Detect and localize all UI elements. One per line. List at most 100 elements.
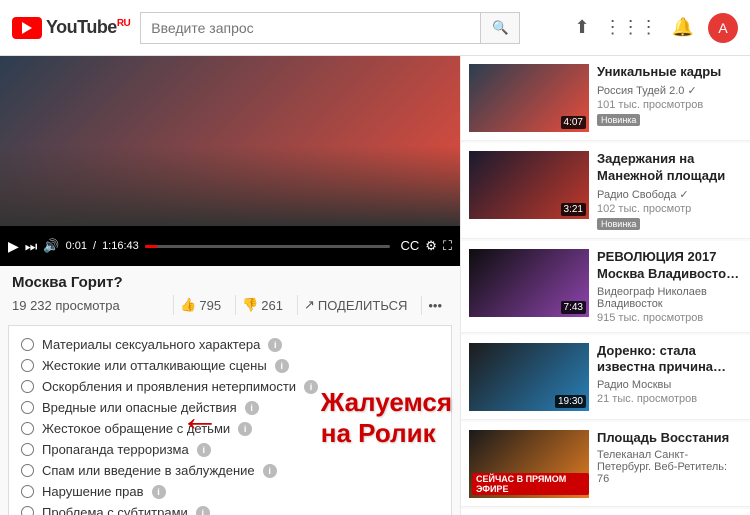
main-content: ▶ ⏭ 🔊 0:01 / 1:16:43 CC ⚙ ⛶ Москва Горит… bbox=[0, 56, 750, 515]
sidebar-video-item[interactable]: 19:30 Доренко: стала известна причина кр… bbox=[461, 335, 750, 420]
sidebar-views: 101 тыс. просмотров bbox=[597, 99, 742, 111]
sidebar-video-item[interactable]: СЕЙЧАС В ПРЯМОМ ЭФИРЕ Площадь Восстания … bbox=[461, 422, 750, 507]
subtitles-icon[interactable]: CC bbox=[400, 238, 419, 254]
report-option[interactable]: Вредные или опасные действия i bbox=[21, 399, 439, 416]
logo[interactable]: YouTubeRU bbox=[12, 17, 130, 39]
avatar[interactable]: A bbox=[708, 13, 738, 43]
sidebar-views: 102 тыс. просмотр bbox=[597, 203, 742, 215]
video-controls: ▶ ⏭ 🔊 0:01 / 1:16:43 CC ⚙ ⛶ bbox=[0, 226, 460, 266]
info-icon[interactable]: i bbox=[152, 485, 166, 499]
video-title: Москва Горит? bbox=[12, 274, 448, 291]
info-icon[interactable]: i bbox=[304, 380, 318, 394]
share-button[interactable]: ↗ ПОДЕЛИТЬСЯ bbox=[297, 295, 413, 315]
report-radio[interactable] bbox=[21, 464, 34, 477]
sidebar: 4:07 Уникальные кадры Россия Тудей 2.0 ✓… bbox=[460, 56, 750, 515]
duration-badge: 19:30 bbox=[555, 395, 586, 408]
info-icon[interactable]: i bbox=[268, 338, 282, 352]
new-badge: Новинка bbox=[597, 218, 640, 230]
video-stats: 19 232 просмотра 👍 795 👎 261 ↗ ПОДЕЛИТЬС… bbox=[12, 295, 448, 315]
video-thumbnail: 4:07 bbox=[469, 64, 589, 132]
report-option-label: Проблема с субтитрами bbox=[42, 505, 188, 515]
play-button[interactable]: ▶ bbox=[8, 238, 19, 255]
apps-icon[interactable]: ⋮⋮⋮ bbox=[604, 17, 658, 38]
report-option-label: Спам или введение в заблуждение bbox=[42, 463, 255, 478]
header: YouTubeRU 🔍 ⬆ ⋮⋮⋮ 🔔 A bbox=[0, 0, 750, 56]
report-option[interactable]: Пропаганда терроризма i bbox=[21, 441, 439, 458]
sidebar-video-item[interactable]: 3:21 Задержания на Манежной площади Ради… bbox=[461, 143, 750, 239]
report-radio[interactable] bbox=[21, 380, 34, 393]
info-icon[interactable]: i bbox=[196, 506, 210, 515]
thumb-up-icon: 👍 bbox=[180, 297, 196, 313]
sidebar-video-item[interactable]: 5:56 МОСКВА ТОП 10: Места обязательные к… bbox=[461, 509, 750, 515]
report-option-label: Нарушение прав bbox=[42, 484, 144, 499]
report-radio[interactable] bbox=[21, 338, 34, 351]
duration-badge: 3:21 bbox=[561, 203, 586, 216]
new-badge: Новинка bbox=[597, 114, 640, 126]
info-icon[interactable]: i bbox=[245, 401, 259, 415]
notifications-icon[interactable]: 🔔 bbox=[672, 17, 694, 38]
report-radio[interactable] bbox=[21, 359, 34, 372]
like-button[interactable]: 👍 795 bbox=[173, 295, 227, 315]
volume-icon[interactable]: 🔊 bbox=[43, 238, 59, 254]
info-icon[interactable]: i bbox=[275, 359, 289, 373]
video-meta: Уникальные кадры Россия Тудей 2.0 ✓ 101 … bbox=[597, 64, 742, 132]
report-radio[interactable] bbox=[21, 422, 34, 435]
video-thumbnail: 19:30 bbox=[469, 343, 589, 411]
report-option-label: Оскорбления и проявления нетерпимости bbox=[42, 379, 296, 394]
video-info: Москва Горит? 19 232 просмотра 👍 795 👎 2… bbox=[0, 266, 460, 321]
search-icon: 🔍 bbox=[492, 20, 509, 36]
report-radio[interactable] bbox=[21, 443, 34, 456]
search-button[interactable]: 🔍 bbox=[480, 12, 520, 44]
sidebar-video-title: Задержания на Манежной площади bbox=[597, 151, 742, 185]
info-icon[interactable]: i bbox=[263, 464, 277, 478]
info-icon[interactable]: i bbox=[197, 443, 211, 457]
settings-icon[interactable]: ⚙ bbox=[425, 238, 437, 254]
sidebar-channel: Телеканал Санкт-Петербург. Веб-Ретитель:… bbox=[597, 449, 742, 485]
time-separator: / bbox=[93, 240, 96, 252]
thumb-down-icon: 👎 bbox=[242, 297, 258, 313]
report-option[interactable]: Нарушение прав i bbox=[21, 483, 439, 500]
progress-fill bbox=[145, 245, 157, 248]
youtube-icon bbox=[12, 17, 42, 39]
report-option[interactable]: Проблема с субтитрами i bbox=[21, 504, 439, 515]
report-option[interactable]: Материалы сексуального характера i bbox=[21, 336, 439, 353]
info-icon[interactable]: i bbox=[238, 422, 252, 436]
sidebar-video-item[interactable]: 7:43 РЕВОЛЮЦИЯ 2017 Москва Владивосток М… bbox=[461, 241, 750, 333]
sidebar-video-item[interactable]: 4:07 Уникальные кадры Россия Тудей 2.0 ✓… bbox=[461, 56, 750, 141]
report-option-label: Вредные или опасные действия bbox=[42, 400, 237, 415]
sidebar-video-title: Уникальные кадры bbox=[597, 64, 742, 81]
progress-bar[interactable] bbox=[145, 245, 391, 248]
duration-badge: 4:07 bbox=[561, 116, 586, 129]
report-option-label: Пропаганда терроризма bbox=[42, 442, 189, 457]
player-settings: CC ⚙ ⛶ bbox=[400, 238, 452, 254]
report-option-label: Жестокое обращение с детьми bbox=[42, 421, 230, 436]
video-thumbnail: СЕЙЧАС В ПРЯМОМ ЭФИРЕ bbox=[469, 430, 589, 498]
sidebar-video-title: РЕВОЛЮЦИЯ 2017 Москва Владивосток МИТИНГ… bbox=[597, 249, 742, 283]
video-thumbnail: 7:43 bbox=[469, 249, 589, 317]
duration-badge: 7:43 bbox=[561, 301, 586, 314]
video-thumbnail: 3:21 bbox=[469, 151, 589, 219]
video-player[interactable]: ▶ ⏭ 🔊 0:01 / 1:16:43 CC ⚙ ⛶ bbox=[0, 56, 460, 266]
report-radio[interactable] bbox=[21, 485, 34, 498]
search-input[interactable] bbox=[140, 12, 480, 44]
report-option-label: Материалы сексуального характера bbox=[42, 337, 260, 352]
fullscreen-icon[interactable]: ⛶ bbox=[443, 238, 452, 254]
view-count: 19 232 просмотра bbox=[12, 298, 120, 313]
report-option[interactable]: Спам или введение в заблуждение i bbox=[21, 462, 439, 479]
report-option[interactable]: Оскорбления и проявления нетерпимости i bbox=[21, 378, 439, 395]
report-options: Материалы сексуального характера i Жесто… bbox=[21, 336, 439, 515]
more-button[interactable]: ••• bbox=[421, 296, 448, 315]
next-button[interactable]: ⏭ bbox=[25, 238, 38, 255]
header-icons: ⬆ ⋮⋮⋮ 🔔 A bbox=[574, 13, 738, 43]
report-option[interactable]: Жестокое обращение с детьми i bbox=[21, 420, 439, 437]
sidebar-channel: Видеограф Николаев Владивосток bbox=[597, 286, 742, 310]
share-icon: ↗ bbox=[304, 297, 315, 313]
report-radio[interactable] bbox=[21, 506, 34, 515]
upload-icon[interactable]: ⬆ bbox=[574, 17, 589, 38]
video-thumbnail bbox=[0, 56, 460, 226]
video-meta: Площадь Восстания Телеканал Санкт-Петерб… bbox=[597, 430, 742, 498]
report-radio[interactable] bbox=[21, 401, 34, 414]
video-meta: Задержания на Манежной площади Радио Сво… bbox=[597, 151, 742, 230]
report-option[interactable]: Жестокие или отталкивающие сцены i bbox=[21, 357, 439, 374]
dislike-button[interactable]: 👎 261 bbox=[235, 295, 289, 315]
